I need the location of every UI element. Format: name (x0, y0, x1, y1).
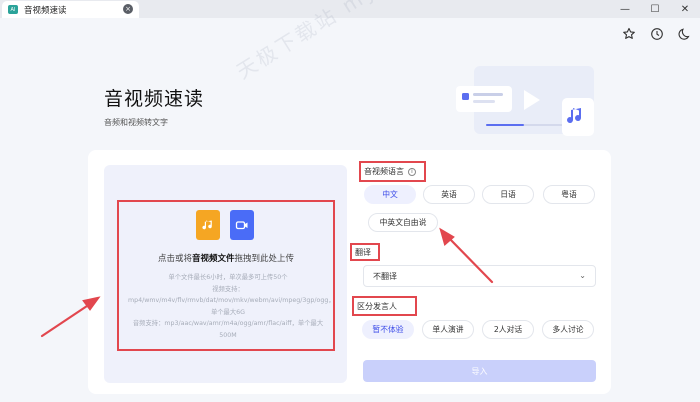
import-button[interactable]: 导入 (363, 360, 596, 382)
file-type-icons (196, 210, 254, 240)
star-icon[interactable] (622, 27, 636, 41)
moon-icon[interactable] (678, 27, 692, 41)
upload-prompt-bold: 音视频文件 (191, 254, 235, 264)
close-window-button[interactable]: ✕ (670, 0, 700, 18)
upload-prompt-prefix: 点击或将 (157, 254, 192, 264)
maximize-button[interactable]: ☐ (640, 0, 670, 18)
language-label-text: 音视频语言 (364, 167, 404, 176)
music-file-icon (196, 210, 220, 240)
chevron-down-icon: ⌄ (579, 271, 586, 280)
window-controls: — ☐ ✕ (610, 0, 700, 18)
translate-label: 翻译 (350, 243, 380, 261)
language-label: 音视频语言 i (359, 161, 426, 182)
upload-prompt-suffix: 拖拽到此处上传 (234, 254, 295, 264)
translate-select[interactable]: 不翻译 ⌄ (363, 265, 596, 287)
language-option-mixed[interactable]: 中英文自由说 (368, 213, 438, 232)
clock-icon[interactable] (650, 27, 664, 41)
upload-description: 单个文件最长6小时，单次最多可上传50个 视频支持：mp4/wmv/m4v/fl… (128, 272, 335, 341)
speaker-label: 区分发言人 (352, 296, 417, 316)
language-option-japanese[interactable]: 日语 (482, 185, 534, 204)
speaker-option-none[interactable]: 暂不体验 (362, 320, 414, 339)
language-option-chinese[interactable]: 中文 (364, 185, 416, 204)
app-logo-icon: AI (8, 5, 18, 14)
speaker-option-multi[interactable]: 多人讨论 (542, 320, 594, 339)
video-file-icon (230, 210, 254, 240)
language-option-cantonese[interactable]: 粤语 (543, 185, 595, 204)
upload-desc-line: 单个文件最长6小时，单次最多可上传50个 (168, 274, 288, 281)
tab-title: 音视频速读 (24, 5, 67, 16)
translate-select-value: 不翻译 (373, 271, 397, 281)
speaker-option-single[interactable]: 单人演讲 (422, 320, 474, 339)
tab-audio-video-reading[interactable]: AI 音视频速读 × (2, 1, 139, 18)
minimize-button[interactable]: — (610, 0, 640, 18)
speaker-option-two[interactable]: 2人对话 (482, 320, 534, 339)
language-option-english[interactable]: 英语 (423, 185, 475, 204)
title-bar: AI 音视频速读 × — ☐ ✕ (0, 0, 700, 18)
upload-prompt: 点击或将音视频文件拖拽到此处上传 (119, 252, 333, 264)
page-title: 音视频速读 (104, 88, 205, 110)
info-icon[interactable]: i (408, 167, 416, 176)
upload-desc-line: 视频支持：mp4/wmv/m4v/flv/rmvb/dat/mov/mkv/we… (128, 285, 335, 316)
top-toolbar (622, 27, 692, 41)
hero-illustration (456, 66, 594, 136)
page-subtitle: 音频和视频转文字 (104, 118, 168, 127)
upload-desc-line: 音频支持：mp3/aac/wav/amr/m4a/ogg/amr/flac/ai… (132, 320, 324, 339)
tab-close-icon[interactable]: × (123, 4, 133, 14)
